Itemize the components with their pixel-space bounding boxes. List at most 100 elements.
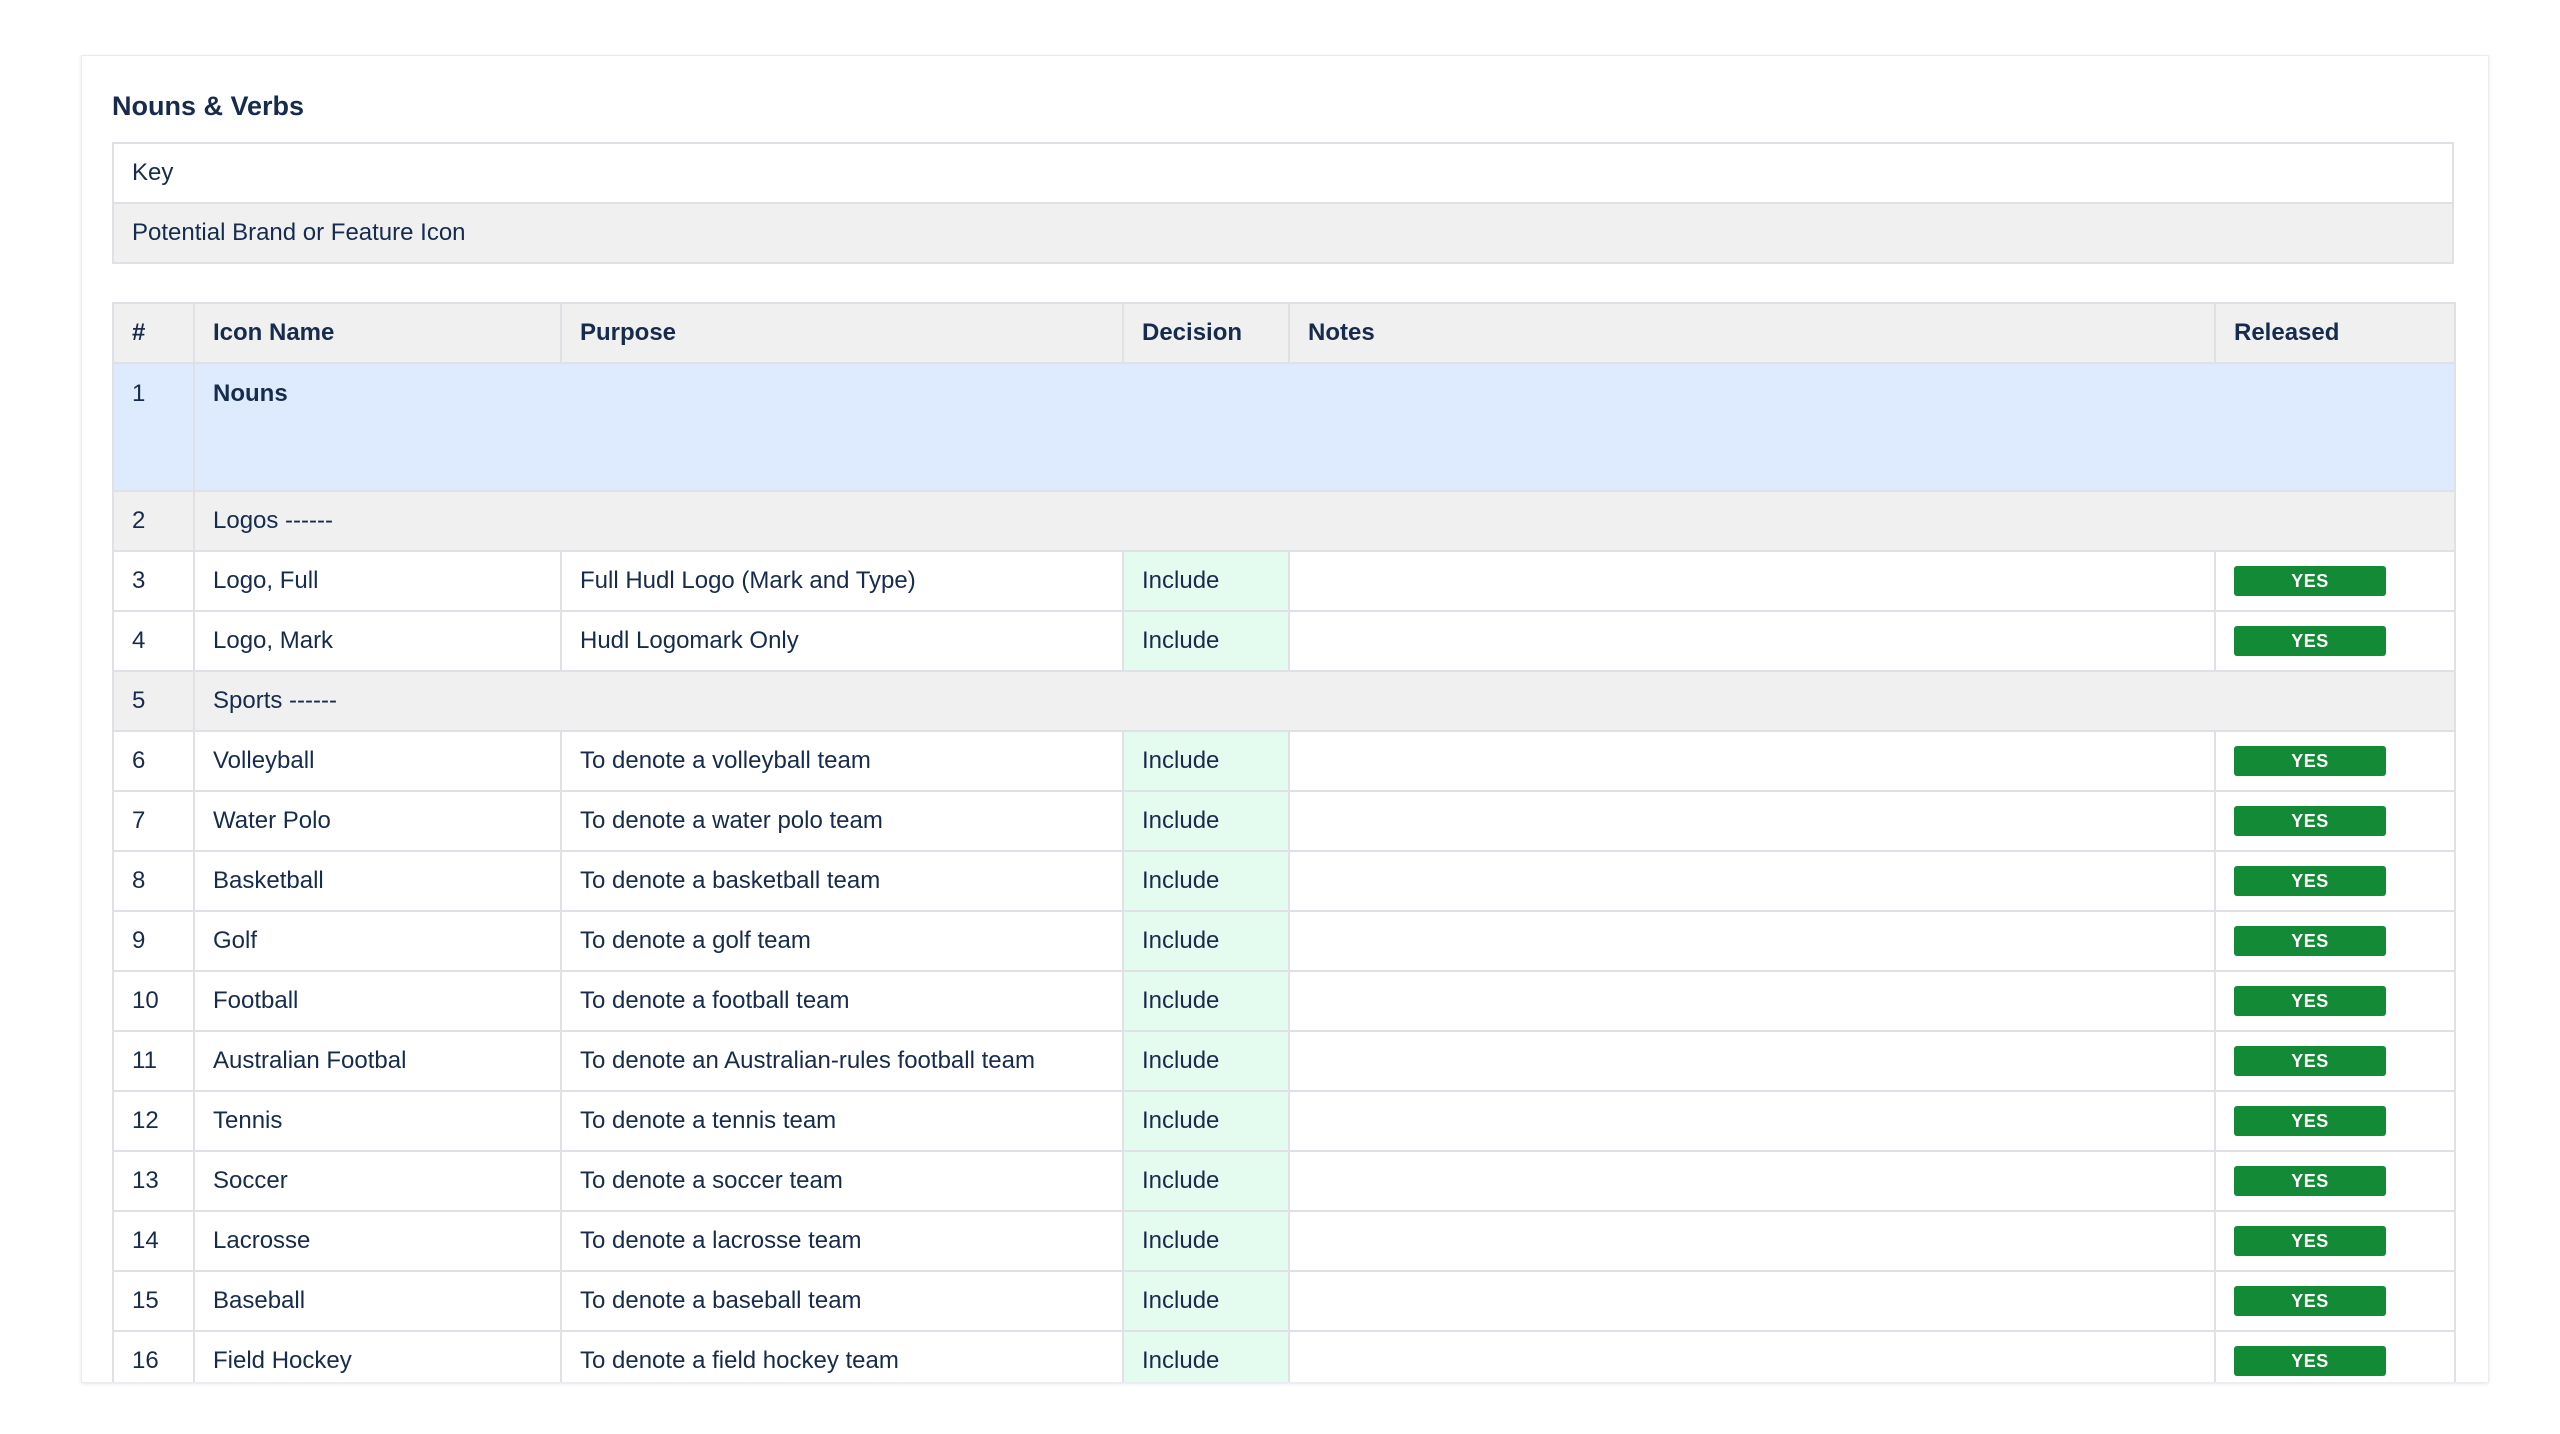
icon-name-cell: Lacrosse [193,1210,562,1272]
table-row: 10 Football To denote a football team In… [112,970,2456,1032]
purpose-cell: To denote a football team [560,970,1124,1032]
group-label: Sports ------ [193,670,2456,732]
row-number: 5 [112,670,195,732]
icon-name-cell: Logo, Mark [193,610,562,672]
table-row: 4 Logo, Mark Hudl Logomark Only Include … [112,610,2456,672]
section-label: Nouns [193,362,2456,492]
group-row-sports: 5 Sports ------ [112,670,2456,732]
table-row: 7 Water Polo To denote a water polo team… [112,790,2456,852]
released-cell: YES [2214,1270,2456,1332]
decision-cell: Include [1122,1210,1290,1272]
icon-name-cell: Logo, Full [193,550,562,612]
released-status-badge: YES [2234,1226,2386,1256]
icon-name-cell: Soccer [193,1150,562,1212]
released-status-badge: YES [2234,926,2386,956]
section-row-nouns: 1 Nouns [112,362,2456,492]
icon-table: # Icon Name Purpose Decision Notes Relea… [112,302,2456,1382]
purpose-cell: To denote a water polo team [560,790,1124,852]
released-cell: YES [2214,1030,2456,1092]
purpose-cell: To denote an Australian-rules football t… [560,1030,1124,1092]
decision-cell: Include [1122,1030,1290,1092]
table-row: 9 Golf To denote a golf team Include YES [112,910,2456,972]
table-row: 11 Australian Footbal To denote an Austr… [112,1030,2456,1092]
row-number: 15 [112,1270,195,1332]
decision-cell: Include [1122,550,1290,612]
column-header-number[interactable]: # [112,302,195,364]
decision-cell: Include [1122,1150,1290,1212]
icon-name-cell: Volleyball [193,730,562,792]
row-number: 12 [112,1090,195,1152]
row-number: 1 [112,362,195,492]
icon-name-cell: Water Polo [193,790,562,852]
table-row: 12 Tennis To denote a tennis team Includ… [112,1090,2456,1152]
table-row: 6 Volleyball To denote a volleyball team… [112,730,2456,792]
row-number: 16 [112,1330,195,1382]
key-legend-label: Potential Brand or Feature Icon [112,202,2454,264]
released-cell: YES [2214,730,2456,792]
released-status-badge: YES [2234,1106,2386,1136]
row-number: 14 [112,1210,195,1272]
released-cell: YES [2214,850,2456,912]
decision-cell: Include [1122,850,1290,912]
table-row: 15 Baseball To denote a baseball team In… [112,1270,2456,1332]
released-cell: YES [2214,1210,2456,1272]
released-status-badge: YES [2234,1346,2386,1376]
decision-cell: Include [1122,910,1290,972]
group-label: Logos ------ [193,490,2456,552]
icon-name-cell: Tennis [193,1090,562,1152]
notes-cell [1288,1150,2216,1212]
row-number: 11 [112,1030,195,1092]
released-cell: YES [2214,970,2456,1032]
key-header: Key [112,142,2454,204]
group-row-logos: 2 Logos ------ [112,490,2456,552]
purpose-cell: Hudl Logomark Only [560,610,1124,672]
released-cell: YES [2214,790,2456,852]
page-title: Nouns & Verbs [112,91,305,121]
icon-name-cell: Baseball [193,1270,562,1332]
row-number: 10 [112,970,195,1032]
column-header-purpose[interactable]: Purpose [560,302,1124,364]
icon-name-cell: Basketball [193,850,562,912]
notes-cell [1288,1270,2216,1332]
icon-name-cell: Golf [193,910,562,972]
decision-cell: Include [1122,610,1290,672]
icon-name-cell: Field Hockey [193,1330,562,1382]
released-cell: YES [2214,1330,2456,1382]
released-status-badge: YES [2234,1046,2386,1076]
row-number: 13 [112,1150,195,1212]
table-row: 8 Basketball To denote a basketball team… [112,850,2456,912]
purpose-cell: To denote a tennis team [560,1090,1124,1152]
column-header-decision[interactable]: Decision [1122,302,1290,364]
purpose-cell: Full Hudl Logo (Mark and Type) [560,550,1124,612]
notes-cell [1288,1090,2216,1152]
column-header-icon-name[interactable]: Icon Name [193,302,562,364]
purpose-cell: To denote a soccer team [560,1150,1124,1212]
released-cell: YES [2214,1090,2456,1152]
icon-name-cell: Australian Footbal [193,1030,562,1092]
purpose-cell: To denote a lacrosse team [560,1210,1124,1272]
notes-cell [1288,550,2216,612]
table-row: 13 Soccer To denote a soccer team Includ… [112,1150,2456,1212]
row-number: 7 [112,790,195,852]
notes-cell [1288,1210,2216,1272]
column-header-notes[interactable]: Notes [1288,302,2216,364]
decision-cell: Include [1122,1330,1290,1382]
released-status-badge: YES [2234,626,2386,656]
key-table: Key Potential Brand or Feature Icon [112,142,2454,264]
table-row: 16 Field Hockey To denote a field hockey… [112,1330,2456,1382]
column-header-released[interactable]: Released [2214,302,2456,364]
notes-cell [1288,730,2216,792]
key-legend-row: Potential Brand or Feature Icon [112,202,2454,264]
decision-cell: Include [1122,790,1290,852]
notes-cell [1288,970,2216,1032]
released-status-badge: YES [2234,1286,2386,1316]
decision-cell: Include [1122,730,1290,792]
decision-cell: Include [1122,970,1290,1032]
notes-cell [1288,610,2216,672]
notes-cell [1288,1330,2216,1382]
icon-name-cell: Football [193,970,562,1032]
released-status-badge: YES [2234,746,2386,776]
purpose-cell: To denote a field hockey team [560,1330,1124,1382]
released-status-badge: YES [2234,1166,2386,1196]
decision-cell: Include [1122,1270,1290,1332]
